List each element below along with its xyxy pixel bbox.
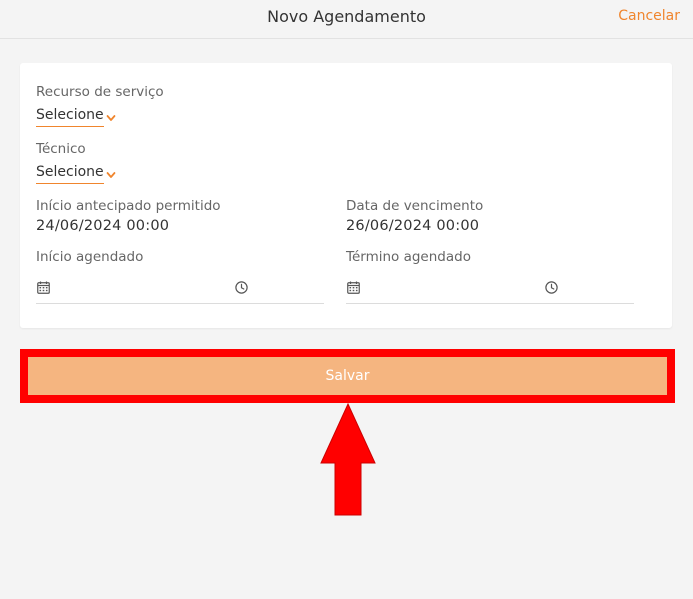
due-date-value: 26/06/2024 00:00 xyxy=(346,218,480,234)
due-date-label: Data de vencimento xyxy=(346,198,484,214)
save-button-highlight: Salvar xyxy=(20,349,675,403)
scheduling-form-card: Recurso de serviço Selecione Técnico Sel… xyxy=(20,63,672,328)
technician-select[interactable]: Selecione xyxy=(36,164,104,184)
calendar-icon[interactable] xyxy=(347,281,360,294)
technician-label: Técnico xyxy=(36,141,86,157)
early-start-value: 24/06/2024 00:00 xyxy=(36,218,170,234)
clock-icon[interactable] xyxy=(235,281,248,294)
page-title: Novo Agendamento xyxy=(267,7,426,26)
early-start-label: Início antecipado permitido xyxy=(36,198,221,214)
scheduled-end-input[interactable] xyxy=(346,277,634,304)
calendar-icon[interactable] xyxy=(37,281,50,294)
save-button[interactable]: Salvar xyxy=(28,357,667,395)
chevron-down-icon[interactable] xyxy=(106,171,116,179)
cancel-button[interactable]: Cancelar xyxy=(618,8,680,24)
service-resource-select[interactable]: Selecione xyxy=(36,107,104,127)
arrow-up-icon xyxy=(320,403,376,516)
service-resource-label: Recurso de serviço xyxy=(36,84,164,100)
chevron-down-icon[interactable] xyxy=(106,114,116,122)
scheduled-start-input[interactable] xyxy=(36,277,324,304)
clock-icon[interactable] xyxy=(545,281,558,294)
scheduled-start-label: Início agendado xyxy=(36,249,144,265)
scheduled-end-label: Término agendado xyxy=(346,249,471,265)
app-header: Novo Agendamento Cancelar xyxy=(0,0,693,39)
